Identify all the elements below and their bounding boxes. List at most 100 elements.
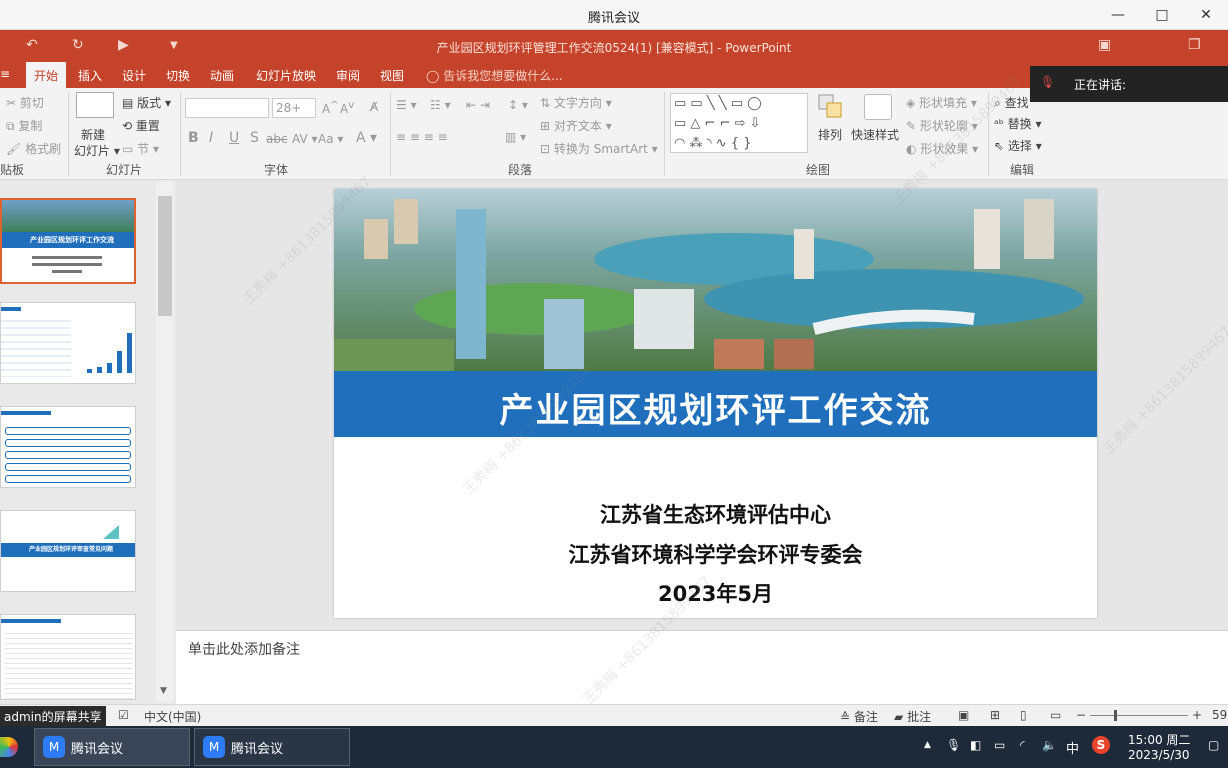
notification-icon[interactable]: ▢: [1208, 738, 1219, 752]
font-size-dropdown[interactable]: 28+: [272, 98, 316, 118]
numbering-icon[interactable]: ☷ ▾: [430, 98, 451, 112]
restore-icon[interactable]: ❐: [1188, 37, 1201, 53]
reading-view-icon[interactable]: ▯: [1020, 708, 1027, 722]
thumbnail-scrollbar[interactable]: ▼: [156, 182, 174, 702]
app-tray-icon[interactable]: ◧: [970, 738, 981, 752]
normal-view-icon[interactable]: ▣: [958, 708, 969, 722]
shape-effects-button[interactable]: ◐ 形状效果 ▾: [906, 140, 978, 157]
effects-icon: ◐: [906, 142, 917, 156]
select-button[interactable]: ⇖ 选择 ▾: [994, 137, 1042, 154]
thumbnail-3[interactable]: [0, 406, 136, 488]
clock-date[interactable]: 2023/5/30: [1128, 748, 1190, 762]
file-menu-stub[interactable]: ≡: [0, 67, 10, 81]
language-indicator[interactable]: 中文(中国): [144, 708, 201, 725]
zoom-in-icon[interactable]: +: [1192, 708, 1202, 722]
wifi-icon[interactable]: ◜: [1020, 738, 1025, 752]
clear-formatting-icon[interactable]: A̸: [370, 100, 378, 114]
tab-review[interactable]: 审阅: [336, 67, 360, 84]
minimize-button[interactable]: —: [1096, 0, 1140, 30]
quick-styles-icon[interactable]: [864, 94, 892, 120]
zoom-level[interactable]: 59: [1212, 708, 1227, 722]
tray-overflow-icon[interactable]: ▲: [924, 740, 931, 750]
close-button[interactable]: ✕: [1184, 0, 1228, 30]
smartart-button[interactable]: ⊡ 转换为 SmartArt ▾: [540, 140, 658, 157]
tab-home[interactable]: 开始: [26, 62, 67, 88]
scroll-thumb[interactable]: [158, 196, 172, 316]
layout-button[interactable]: ▤ 版式 ▾: [122, 94, 171, 111]
scroll-down-icon[interactable]: ▼: [160, 686, 167, 696]
new-slide-label-2[interactable]: 幻灯片 ▾: [74, 142, 120, 159]
find-button[interactable]: ⌕ 查找: [994, 94, 1029, 111]
arrange-button[interactable]: 排列: [818, 126, 842, 143]
taskbar-app-tencent-meeting-1[interactable]: M 腾讯会议: [34, 728, 190, 766]
shadow-icon[interactable]: S: [250, 130, 259, 146]
taskbar-app-tencent-meeting-2[interactable]: M 腾讯会议: [194, 728, 350, 766]
ribbon-display-icon[interactable]: ▣: [1098, 37, 1111, 53]
spellcheck-icon[interactable]: ☑: [118, 708, 129, 722]
notes-pane[interactable]: 单击此处添加备注: [176, 630, 1228, 704]
sogou-icon[interactable]: S: [1092, 736, 1110, 754]
increase-font-icon[interactable]: A^: [322, 100, 339, 116]
pointer-icon: ⇖: [994, 139, 1005, 153]
change-case-icon[interactable]: Aa ▾: [318, 132, 343, 146]
tell-me-search[interactable]: ◯ 告诉我您想要做什么...: [426, 67, 563, 84]
tab-slideshow[interactable]: 幻灯片放映: [256, 67, 316, 84]
replace-button[interactable]: ᵃᵇ 替换 ▾: [994, 115, 1042, 132]
thumb-line: [32, 256, 102, 259]
current-slide[interactable]: 产业园区规划环评工作交流 江苏省生态环境评估中心 江苏省环境科学学会环评专委会 …: [334, 189, 1097, 618]
strikethrough-icon[interactable]: abc: [266, 132, 288, 146]
maximize-button[interactable]: □: [1140, 0, 1184, 30]
quick-styles-button[interactable]: 快速样式: [851, 126, 899, 143]
text-direction-button[interactable]: ⇅ 文字方向 ▾: [540, 94, 612, 111]
char-spacing-icon[interactable]: AV ▾: [292, 132, 318, 146]
chrome-icon[interactable]: [0, 737, 18, 757]
bold-icon[interactable]: B: [188, 130, 199, 146]
new-slide-label[interactable]: 新建: [81, 126, 105, 143]
thumbnail-2[interactable]: [0, 302, 136, 384]
mic-tray-icon[interactable]: 🎙: [946, 738, 961, 752]
line-spacing-icon[interactable]: ↕ ▾: [508, 98, 528, 112]
clock-time[interactable]: 15:00 周二: [1128, 731, 1190, 748]
thumbnail-4[interactable]: 产业园区规划环评审查常见问题: [0, 510, 136, 592]
zoom-out-icon[interactable]: −: [1076, 708, 1086, 722]
align-icons[interactable]: ≡ ≡ ≡ ≡: [396, 130, 448, 144]
thumbnail-1[interactable]: 产业园区规划环评工作交流: [0, 198, 136, 284]
thumbnail-5[interactable]: [0, 614, 136, 700]
align-text-button[interactable]: ⊞ 对齐文本 ▾: [540, 117, 612, 134]
battery-icon[interactable]: ▭: [994, 738, 1005, 752]
zoom-slider-thumb[interactable]: [1114, 710, 1117, 721]
cut-button[interactable]: ✂ 剪切: [6, 94, 44, 111]
tab-design[interactable]: 设计: [122, 67, 146, 84]
tab-animations[interactable]: 动画: [210, 67, 234, 84]
zoom-slider[interactable]: [1090, 715, 1188, 716]
slideshow-view-icon[interactable]: ▭: [1050, 708, 1061, 722]
shape-outline-button[interactable]: ✎ 形状轮廓 ▾: [906, 117, 978, 134]
columns-icon[interactable]: ▥ ▾: [505, 130, 526, 144]
slide-sorter-icon[interactable]: ⊞: [990, 708, 1000, 722]
decrease-font-icon[interactable]: Av: [340, 100, 354, 116]
font-name-dropdown[interactable]: [185, 98, 269, 118]
new-slide-icon[interactable]: [76, 92, 114, 118]
comments-button[interactable]: ▰ 批注: [894, 708, 931, 725]
tab-view[interactable]: 视图: [380, 67, 404, 84]
reset-button[interactable]: ⟲ 重置: [122, 117, 160, 134]
meeting-title-bar: 腾讯会议 — □ ✕: [0, 0, 1228, 30]
shape-fill-button[interactable]: ◈ 形状填充 ▾: [906, 94, 977, 111]
notes-button[interactable]: ≙ 备注: [840, 708, 878, 725]
bullets-icon[interactable]: ☰ ▾: [396, 98, 417, 112]
arrange-icon[interactable]: [818, 94, 844, 120]
tab-insert[interactable]: 插入: [78, 67, 102, 84]
volume-icon[interactable]: 🔈: [1042, 738, 1057, 752]
indent-icons[interactable]: ⇤ ⇥: [466, 98, 490, 112]
underline-icon[interactable]: U: [229, 130, 239, 146]
copy-button[interactable]: ⧉ 复制: [6, 117, 42, 134]
tab-transitions[interactable]: 切换: [166, 67, 190, 84]
format-painter-button[interactable]: 🖌 格式刷: [6, 140, 61, 157]
font-color-icon[interactable]: A ▾: [356, 130, 377, 146]
section-button[interactable]: ▭ 节 ▾: [122, 140, 159, 157]
ime-indicator[interactable]: 中: [1066, 738, 1079, 757]
italic-icon[interactable]: I: [209, 130, 213, 146]
thumb-box: [5, 475, 131, 483]
tencent-meeting-icon: M: [203, 736, 225, 758]
shapes-gallery[interactable]: ▭ ▭ ╲ ╲ ▭ ◯ ▭ △ ⌐ ⌐ ⇨ ⇩ ◠ ⁂ ◝ ∿ { }: [670, 93, 808, 153]
